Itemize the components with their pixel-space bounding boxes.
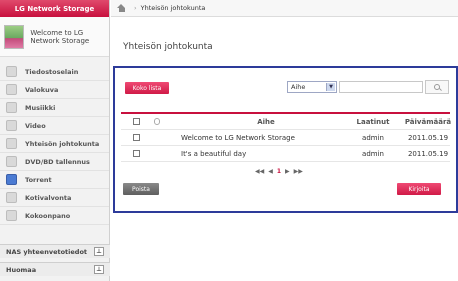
music-icon <box>6 102 17 113</box>
photo-icon <box>6 84 17 95</box>
pagination: ◀◀ ◀ 1 ▶ ▶▶ <box>255 168 303 175</box>
sidebar-item-label: Valokuva <box>25 85 59 94</box>
nas-summary-label: NAS yhteenvetotiedot <box>6 247 88 256</box>
row-title[interactable]: Welcome to LG Network Storage <box>181 134 341 142</box>
row-checkbox[interactable] <box>133 150 140 157</box>
welcome-text: Welcome to LG Network Storage <box>30 28 90 45</box>
app-title: LG Network Storage <box>0 0 109 17</box>
table-row[interactable]: It's a beautiful day admin 2011.05.19 <box>121 146 450 162</box>
sidebar-item-label: Yhteisön johtokunta <box>25 139 100 148</box>
camera-icon <box>6 192 17 203</box>
page-number[interactable]: 1 <box>277 168 281 175</box>
full-list-button[interactable]: Koko lista <box>125 82 169 94</box>
sidebar-item-tiedostoselain[interactable]: Tiedostoselain <box>0 63 109 81</box>
row-author: admin <box>362 133 384 142</box>
board-icon <box>6 138 17 149</box>
breadcrumb-current: Yhteisön johtokunta <box>140 4 206 12</box>
torrent-icon <box>6 174 17 185</box>
search-icon <box>434 84 440 90</box>
table-header: Aihe Laatinut Päivämäärä <box>121 114 452 130</box>
notice-link[interactable]: Huomaa ⊥ <box>0 262 110 276</box>
sidebar-item-label: Kotivalvonta <box>25 193 72 202</box>
sidebar-item-label: Video <box>25 121 46 130</box>
notice-label: Huomaa <box>6 265 37 274</box>
folder-icon <box>6 66 17 77</box>
pin-icon[interactable]: ⊥ <box>94 247 104 256</box>
sidebar: LG Network Storage Welcome to LG Network… <box>0 0 110 281</box>
sidebar-item-label: Kokoonpano <box>25 211 71 220</box>
sidebar-item-label: Tiedostoselain <box>25 67 79 76</box>
breadcrumb-separator: › <box>134 4 137 12</box>
disc-icon <box>6 156 17 167</box>
delete-button[interactable]: Poista <box>123 183 159 195</box>
nas-summary-link[interactable]: NAS yhteenvetotiedot ⊥ <box>0 244 110 258</box>
breadcrumb: › Yhteisön johtokunta <box>111 0 458 17</box>
search-input[interactable] <box>339 81 423 93</box>
sidebar-nav: Tiedostoselain Valokuva Musiikki Video Y… <box>0 63 109 225</box>
search-field-select[interactable]: Aihe ▼ <box>287 81 337 93</box>
sidebar-item-label: Torrent <box>25 175 52 184</box>
sidebar-item-video[interactable]: Video <box>0 117 109 135</box>
welcome-thumbnail <box>4 24 25 49</box>
sidebar-item-label: Musiikki <box>25 103 56 112</box>
search-button[interactable] <box>425 80 449 94</box>
row-checkbox[interactable] <box>133 134 140 141</box>
board-panel: Koko lista Aihe ▼ Aihe Laatinut Päivämää… <box>113 66 458 213</box>
page-title: Yhteisön johtokunta <box>123 42 213 52</box>
sidebar-item-label: DVD/BD tallennus <box>25 157 90 166</box>
next-page-button[interactable]: ▶ <box>285 168 290 175</box>
table-row[interactable]: Welcome to LG Network Storage admin 2011… <box>121 130 450 146</box>
row-date: 2011.05.19 <box>407 133 449 142</box>
attachment-icon <box>154 118 160 125</box>
prev-page-button[interactable]: ◀ <box>268 168 273 175</box>
column-date: Päivämäärä <box>404 117 452 126</box>
sidebar-item-yhteison-johtokunta[interactable]: Yhteisön johtokunta <box>0 135 109 153</box>
pin-icon[interactable]: ⊥ <box>94 265 104 274</box>
chevron-down-icon: ▼ <box>326 83 335 91</box>
sidebar-item-dvd-bd[interactable]: DVD/BD tallennus <box>0 153 109 171</box>
row-author: admin <box>362 149 384 158</box>
row-title[interactable]: It's a beautiful day <box>181 150 341 158</box>
last-page-button[interactable]: ▶▶ <box>294 168 303 175</box>
first-page-button[interactable]: ◀◀ <box>255 168 264 175</box>
sidebar-item-torrent[interactable]: Torrent <box>0 171 109 189</box>
column-author: Laatinut <box>356 117 390 126</box>
sidebar-item-valokuva[interactable]: Valokuva <box>0 81 109 99</box>
sidebar-item-kotivalvonta[interactable]: Kotivalvonta <box>0 189 109 207</box>
column-title: Aihe <box>257 117 275 126</box>
search-field-value: Aihe <box>291 83 306 91</box>
home-icon[interactable] <box>117 4 126 12</box>
settings-icon <box>6 210 17 221</box>
video-icon <box>6 120 17 131</box>
row-date: 2011.05.19 <box>407 149 449 158</box>
write-button[interactable]: Kirjoita <box>397 183 441 195</box>
welcome-panel: Welcome to LG Network Storage <box>0 17 109 57</box>
sidebar-item-kokoonpano[interactable]: Kokoonpano <box>0 207 109 225</box>
select-all-checkbox[interactable] <box>133 118 140 125</box>
sidebar-item-musiikki[interactable]: Musiikki <box>0 99 109 117</box>
